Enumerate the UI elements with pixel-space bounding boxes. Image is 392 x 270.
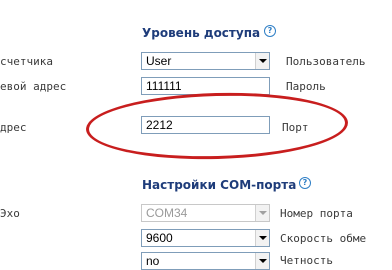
chevron-down-icon[interactable] bbox=[255, 253, 269, 269]
access-level-value: User bbox=[146, 54, 172, 68]
port-number-label: Номер порта bbox=[280, 207, 353, 220]
chevron-down-icon[interactable] bbox=[255, 53, 269, 69]
baud-rate-label: Скорость обме bbox=[280, 232, 367, 245]
port-number-select: COM34 bbox=[141, 204, 270, 222]
baud-rate-value: 9600 bbox=[146, 231, 173, 245]
user-label: Пользователь bbox=[286, 55, 366, 68]
help-icon[interactable]: ? bbox=[299, 177, 311, 189]
access-section-title: Уровень доступа bbox=[142, 26, 260, 40]
access-level-select[interactable]: User bbox=[141, 52, 270, 70]
network-address-label: евой адрес bbox=[0, 80, 67, 93]
com-section-title: Настройки COM-порта bbox=[142, 178, 296, 192]
baud-rate-select[interactable]: 9600 bbox=[141, 229, 270, 247]
meter-label: счетчика bbox=[0, 55, 53, 68]
parity-select[interactable]: no bbox=[141, 252, 270, 270]
parity-value: no bbox=[146, 254, 160, 268]
address-label: дрес bbox=[0, 121, 27, 134]
parity-label: Четность bbox=[280, 254, 333, 267]
chevron-down-icon bbox=[255, 205, 269, 221]
com-section-title-text: Настройки COM-порта bbox=[142, 178, 297, 192]
access-section-title-text: Уровень доступа bbox=[142, 26, 261, 40]
chevron-down-icon[interactable] bbox=[255, 230, 269, 246]
help-icon[interactable]: ? bbox=[264, 25, 276, 37]
password-label: Пароль bbox=[286, 80, 326, 93]
annotation-ellipse bbox=[85, 89, 349, 163]
port-number-value: COM34 bbox=[146, 206, 188, 220]
echo-label: Эхо bbox=[0, 207, 20, 220]
